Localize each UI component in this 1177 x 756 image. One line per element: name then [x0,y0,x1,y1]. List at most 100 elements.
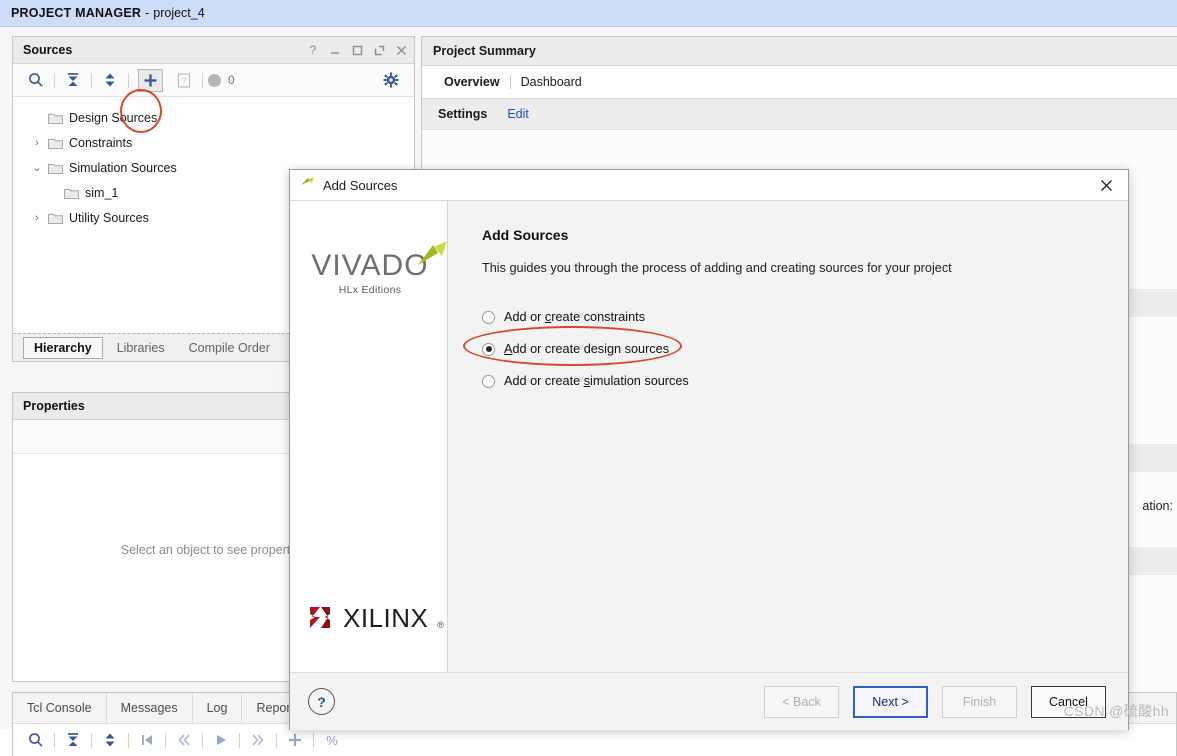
sort-icon[interactable] [97,728,123,752]
tab-messages[interactable]: Messages [107,693,193,723]
cancel-button[interactable]: Cancel [1031,685,1106,718]
radio-label-suffix: dd or create design sources [512,342,670,356]
toolbar-divider [91,732,92,748]
tab-log[interactable]: Log [193,693,243,723]
close-icon[interactable] [1084,170,1128,200]
folder-icon [45,162,65,174]
dialog-description: This guides you through the process of a… [482,261,952,275]
radio-label-prefix: Add or [504,310,545,324]
tab-dashboard[interactable]: Dashboard [511,75,592,89]
add-sources-dialog: Add Sources VIVADO HLx Editions XILINX ®… [289,169,1129,730]
titlebar-mode: PROJECT MANAGER [11,6,142,20]
folder-icon [45,137,65,149]
dialog-heading: Add Sources [482,227,569,243]
percent-icon[interactable]: % [319,728,345,752]
tree-item-constraints[interactable]: › Constraints [13,130,414,155]
collapse-all-icon[interactable] [60,68,86,92]
workspace: Project Summary Overview Dashboard Setti… [0,27,1177,756]
xilinx-logo: XILINX ® [308,603,444,634]
radio-button-icon[interactable] [482,374,495,388]
help-icon[interactable]: ? [307,44,319,56]
first-icon[interactable] [134,728,160,752]
xilinx-mark-icon [308,605,334,633]
dialog-body: VIVADO HLx Editions XILINX ® Add Sources… [290,201,1128,672]
vivado-app-icon [299,176,316,194]
dialog-footer: ? < Back Next > Finish Cancel [290,672,1128,730]
sort-icon[interactable] [97,68,123,92]
tab-hierarchy[interactable]: Hierarchy [23,336,103,359]
next-button[interactable]: Next > [853,685,928,718]
toolbar-divider [91,72,92,88]
radio-add-design-sources[interactable]: Add or create design sources [463,326,1128,366]
plus-icon[interactable] [282,728,308,752]
radio-add-simulation-sources[interactable]: Add or create simulation sources [482,365,1128,397]
close-icon[interactable] [395,44,407,56]
titlebar-separator: - [145,6,150,20]
float-icon[interactable] [373,44,385,56]
status-dot-icon [208,73,221,87]
project-summary-tabs: Overview Dashboard [422,66,1177,99]
next-icon[interactable] [245,728,271,752]
toolbar-divider [239,732,240,748]
toolbar-divider [202,732,203,748]
tab-overview[interactable]: Overview [434,75,510,89]
radio-label-suffix: reate constraints [551,310,646,324]
tree-item-design-sources[interactable]: Design Sources [13,105,414,130]
expand-arrow-icon[interactable]: › [29,137,45,149]
tree-item-label: Constraints [69,135,133,150]
sources-panel-header: Sources ? [13,37,414,64]
tab-tcl-console[interactable]: Tcl Console [13,693,107,723]
project-summary-title: Project Summary [433,44,536,58]
folder-icon [61,187,81,199]
tab-compile-order[interactable]: Compile Order [179,338,280,358]
gear-icon[interactable] [378,68,404,92]
minimize-icon[interactable] [329,44,341,56]
toolbar-divider [202,72,203,88]
dialog-titlebar: Add Sources [290,170,1128,201]
radio-button-icon[interactable] [482,310,495,324]
expand-arrow-icon[interactable]: › [29,212,45,224]
report-icon: ? [171,68,197,92]
toolbar-divider [313,732,314,748]
collapse-all-icon[interactable] [60,728,86,752]
radio-add-constraints[interactable]: Add or create constraints [482,301,1128,333]
search-icon[interactable] [23,728,49,752]
tree-item-label: Design Sources [69,110,158,125]
source-type-radio-group: Add or create constraints Add or create … [463,301,1128,397]
radio-label-suffix: imulation sources [590,374,689,388]
toolbar-divider [128,72,129,88]
help-button[interactable]: ? [308,688,335,715]
dialog-title: Add Sources [323,177,398,193]
search-icon[interactable] [23,68,49,92]
radio-label: Add or create simulation sources [504,374,689,388]
tree-item-label: Simulation Sources [69,160,177,175]
sources-toolbar: ? 0 [13,64,414,97]
play-icon[interactable] [208,728,234,752]
xilinx-wordmark: XILINX [343,603,429,633]
settings-label: Settings [438,107,488,121]
previous-icon[interactable] [171,728,197,752]
back-button[interactable]: < Back [764,685,839,718]
add-sources-button[interactable] [138,68,163,92]
dialog-sidebar: VIVADO HLx Editions XILINX ® [290,201,448,672]
tree-item-label: sim_1 [85,185,119,200]
summary-right-fragment: ation: [1142,499,1173,513]
maximize-icon[interactable] [351,44,363,56]
radio-label-prefix: Add or create [504,374,584,388]
radio-button-icon[interactable] [482,342,495,356]
vivado-logo: VIVADO HLx Editions [302,241,447,296]
project-manager-titlebar: PROJECT MANAGER - project_4 [0,0,1177,27]
finish-button[interactable]: Finish [942,685,1017,718]
folder-icon [45,212,65,224]
vivado-leaf-icon [415,239,449,272]
dialog-main: Add Sources This guides you through the … [448,201,1128,672]
collapse-arrow-icon[interactable]: ⌄ [29,161,45,174]
titlebar-project-name: project_4 [153,6,205,20]
tab-libraries[interactable]: Libraries [107,338,175,358]
settings-edit-link[interactable]: Edit [507,107,529,121]
vivado-edition-label: HLx Editions [338,284,402,296]
folder-icon [45,112,65,124]
vivado-wordmark: VIVADO [311,249,429,282]
tree-item-label: Utility Sources [69,210,149,225]
project-summary-header: Project Summary [422,37,1177,66]
